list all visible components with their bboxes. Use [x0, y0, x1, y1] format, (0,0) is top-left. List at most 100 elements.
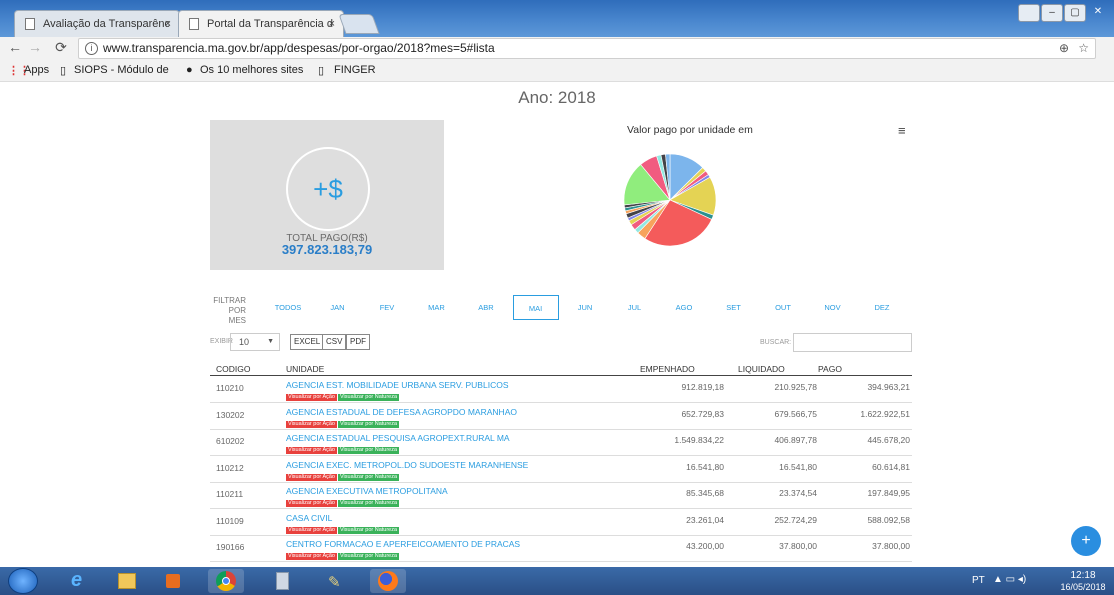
row-tags: Visualizar por Ação Visualizar por Nature… [286, 470, 400, 481]
row-liquidado: 406.897,78 [774, 435, 817, 445]
language-indicator[interactable]: PT [972, 575, 985, 586]
close-tab-icon[interactable]: × [329, 11, 335, 37]
table-row: 610202 AGENCIA ESTADUAL PESQUISA AGROPEXT… [210, 429, 912, 456]
view-by-nature-button[interactable]: Visualizar por Natureza [337, 500, 400, 507]
show-entries-select[interactable]: 10 ▼ [230, 333, 280, 351]
table-row: 110210 AGENCIA EST. MOBILIDADE URBANA SER… [210, 376, 912, 403]
back-arrow-icon[interactable]: ← [6, 39, 24, 55]
row-unit-link[interactable]: AGENCIA ESTADUAL DE DEFESA AGROPDO MARAN… [286, 407, 517, 417]
view-by-action-button[interactable]: Visualizar por Ação [286, 526, 337, 534]
month-filter-mai[interactable]: MAI [512, 295, 559, 320]
month-filter-mar[interactable]: MAR [414, 295, 460, 320]
view-by-nature-button[interactable]: Visualizar por Natureza [337, 447, 400, 454]
bookmark-melhores-sites[interactable]: Os 10 melhores sites [200, 64, 303, 76]
table-row: 190166 CENTRO FORMACAO E APERFEICOAMENTO … [210, 535, 912, 562]
file-explorer-icon[interactable] [108, 569, 144, 593]
info-icon[interactable]: i [85, 42, 98, 55]
start-button[interactable] [8, 568, 38, 594]
system-tray-icons[interactable]: ▲ ▭ ◂) [993, 574, 1026, 585]
row-code: 110210 [216, 383, 244, 393]
month-filter-out[interactable]: OUT [760, 295, 806, 320]
header-empenhado[interactable]: EMPENHADO [640, 364, 695, 374]
month-filter-set[interactable]: SET [711, 295, 757, 320]
media-player-icon[interactable] [154, 569, 190, 593]
row-empenhado: 652.729,83 [681, 408, 724, 419]
month-filter-nov[interactable]: NOV [810, 295, 856, 320]
month-filter-todos[interactable]: TODOS [265, 295, 311, 320]
forward-arrow-icon[interactable]: → [26, 39, 44, 55]
search-label: BUSCAR: [760, 339, 792, 346]
chart-menu-icon[interactable]: ≡ [898, 123, 906, 138]
row-unit-link[interactable]: AGENCIA ESTADUAL PESQUISA AGROPEXT.RURAL… [286, 433, 510, 443]
row-tags: Visualizar por Ação Visualizar por Nature… [286, 390, 400, 401]
view-by-action-button[interactable]: Visualizar por Ação [286, 500, 337, 507]
view-by-action-button[interactable]: Visualizar por Ação [286, 420, 337, 428]
minimize-button[interactable]: – [1041, 4, 1063, 22]
paint-icon[interactable]: ✎ [318, 569, 354, 593]
chrome-taskbar-icon[interactable] [208, 569, 244, 593]
clock-date[interactable]: 16/05/2018 [1055, 582, 1111, 592]
month-filter-abr[interactable]: ABR [463, 295, 509, 320]
view-by-nature-button[interactable]: Visualizar por Natureza [337, 553, 400, 560]
header-pago[interactable]: PAGO [818, 364, 842, 374]
excel-button[interactable]: EXCEL [290, 334, 325, 350]
maximize-button[interactable]: ▢ [1064, 4, 1086, 22]
close-tab-icon[interactable]: × [165, 11, 171, 37]
view-by-action-button[interactable]: Visualizar por Ação [286, 473, 337, 481]
view-by-nature-button[interactable]: Visualizar por Natureza [337, 394, 400, 401]
view-by-nature-button[interactable]: Visualizar por Natureza [337, 420, 400, 428]
row-pago: 37.800,00 [872, 541, 910, 551]
row-empenhado: 912.819,18 [681, 382, 724, 392]
header-unit[interactable]: UNIDADE [286, 364, 324, 374]
clock-time[interactable]: 12:18 [1055, 570, 1111, 581]
firefox-icon[interactable] [370, 569, 406, 593]
row-unit-link[interactable]: AGENCIA EXEC. METROPOL.DO SUDOESTE MARAN… [286, 460, 528, 470]
browser-tab-avaliacao[interactable]: Avaliação da Transparênc × [14, 10, 180, 37]
row-empenhado: 16.541,80 [686, 461, 724, 472]
row-unit-link[interactable]: AGENCIA EXECUTIVA METROPOLITANA [286, 486, 448, 496]
pdf-button[interactable]: PDF [346, 334, 370, 350]
month-filter-jul[interactable]: JUL [612, 295, 658, 320]
bookmark-siops[interactable]: SIOPS - Módulo de [74, 64, 169, 76]
table-header: CODIGO UNIDADE EMPENHADO LIQUIDADO PAGO [210, 360, 912, 376]
bookmark-finger[interactable]: FINGER [334, 64, 376, 76]
header-code[interactable]: CODIGO [216, 364, 250, 374]
chevron-down-icon: ▼ [267, 338, 274, 345]
bookmark-apps[interactable]: Apps [24, 64, 49, 76]
chart-title: Valor pago por unidade em [627, 124, 753, 136]
new-tab-button[interactable] [338, 14, 380, 34]
month-filter-dez[interactable]: DEZ [859, 295, 905, 320]
view-by-action-button[interactable]: Visualizar por Ação [286, 553, 337, 560]
view-by-nature-button[interactable]: Visualizar por Natureza [337, 526, 400, 534]
month-filter-fev[interactable]: FEV [364, 295, 410, 320]
zoom-icon[interactable]: ⊕ [1059, 39, 1069, 58]
view-by-action-button[interactable]: Visualizar por Ação [286, 447, 337, 454]
month-filter-jan[interactable]: JAN [315, 295, 361, 320]
row-tags: Visualizar por Ação Visualizar por Nature… [286, 417, 400, 428]
add-fab-button[interactable]: + [1071, 526, 1101, 556]
row-unit-link[interactable]: CASA CIVIL [286, 513, 332, 523]
address-bar[interactable]: i www.transparencia.ma.gov.br/app/despes… [78, 38, 1096, 59]
row-unit-link[interactable]: AGENCIA EST. MOBILIDADE URBANA SERV. PUB… [286, 380, 509, 390]
row-pago: 1.622.922,51 [860, 408, 910, 419]
close-window-button[interactable]: ✕ [1087, 4, 1109, 22]
star-icon[interactable]: ☆ [1078, 39, 1089, 58]
internet-explorer-icon[interactable]: e [62, 569, 98, 593]
search-input[interactable] [793, 333, 912, 352]
row-unit-link[interactable]: CENTRO FORMACAO E APERFEICOAMENTO DE PRA… [286, 539, 520, 549]
row-code: 110212 [216, 462, 244, 473]
reload-icon[interactable]: ⟳ [52, 39, 70, 56]
browser-tab-portal[interactable]: Portal da Transparência d × [178, 10, 344, 37]
month-filter-ago[interactable]: AGO [661, 295, 707, 320]
total-paid-card: +$ TOTAL PAGO(R$) 397.823.183,79 [210, 120, 444, 270]
view-by-nature-button[interactable]: Visualizar por Natureza [337, 473, 400, 481]
month-filter-jun[interactable]: JUN [562, 295, 608, 320]
row-empenhado: 1.549.834,22 [674, 435, 724, 445]
csv-button[interactable]: CSV [322, 334, 347, 350]
user-icon[interactable] [1018, 4, 1040, 22]
chrome-icon: ● [186, 64, 193, 76]
view-by-action-button[interactable]: Visualizar por Ação [286, 394, 337, 401]
header-liquidado[interactable]: LIQUIDADO [738, 364, 785, 374]
row-liquidado: 252.724,29 [774, 514, 817, 525]
calculator-icon[interactable] [264, 569, 300, 593]
